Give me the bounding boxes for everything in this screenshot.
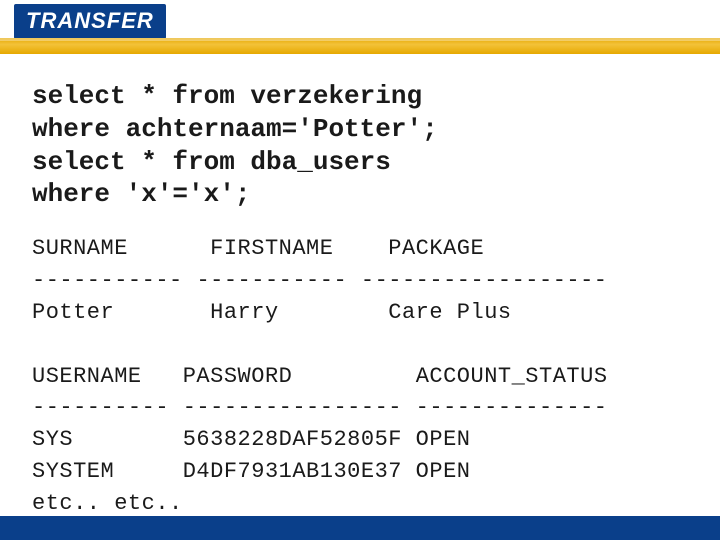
slide-footer-bar (0, 516, 720, 540)
result1-header: SURNAME FIRSTNAME PACKAGE (32, 236, 484, 261)
result2-row-2: SYSTEM D4DF7931AB130E37 OPEN (32, 459, 470, 484)
result2-header: USERNAME PASSWORD ACCOUNT_STATUS (32, 364, 608, 389)
result1-separator: ----------- ----------- ----------------… (32, 268, 608, 293)
slide: TRANSFER select * from verzekering where… (0, 0, 720, 540)
query-results: SURNAME FIRSTNAME PACKAGE ----------- --… (32, 233, 688, 520)
slide-content: select * from verzekering where achterna… (0, 56, 720, 520)
result2-separator: ---------- ---------------- ------------… (32, 395, 608, 420)
sql-line-1: select * from verzekering (32, 81, 422, 111)
sql-line-3: select * from dba_users (32, 147, 391, 177)
brand-text: TRANSFER (26, 8, 154, 33)
result1-row: Potter Harry Care Plus (32, 300, 512, 325)
sql-line-2: where achternaam='Potter'; (32, 114, 438, 144)
slide-header: TRANSFER (0, 0, 720, 56)
result2-trailer: etc.. etc.. (32, 491, 183, 516)
result2-row-1: SYS 5638228DAF52805F OPEN (32, 427, 470, 452)
sql-block: select * from verzekering where achterna… (32, 80, 688, 211)
sql-line-4: where 'x'='x'; (32, 179, 250, 209)
header-gold-bar (0, 38, 720, 54)
brand-logo: TRANSFER (14, 4, 166, 39)
